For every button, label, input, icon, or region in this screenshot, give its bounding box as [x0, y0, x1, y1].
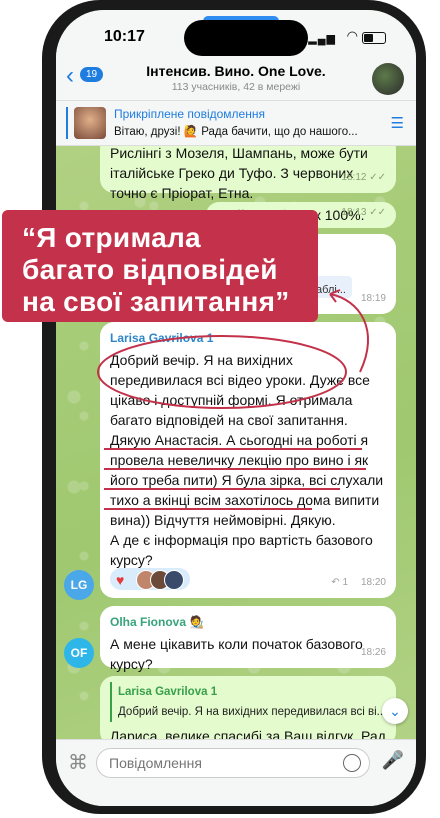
- chat-header: ‹ 19 Інтенсив. Вино. One Love. 113 учасн…: [56, 60, 416, 101]
- pinned-title: Прикріплене повідомлення: [114, 107, 265, 121]
- heart-icon: ♥: [116, 572, 125, 588]
- chat-screen: 10:17 ▂▄▆ ◠ ‹ 19 Інтенсив. Вино. One Lov…: [56, 10, 416, 806]
- reactions[interactable]: ♥: [110, 568, 190, 590]
- reply-text: Добрий вечір. Я на вихідних передивилася…: [118, 706, 386, 718]
- message-time: 18:19: [360, 293, 386, 304]
- signal-icon: ▂▄▆: [308, 33, 336, 45]
- callout-line: “Я отримала: [22, 222, 201, 253]
- pinned-message-bar[interactable]: Прикріплене повідомлення Вітаю, друзі! 🙋…: [56, 101, 416, 146]
- message-bubble[interactable]: Larisa Gavrilova 1 Добрий вечір. Я на ви…: [100, 322, 396, 598]
- microphone-icon[interactable]: 🎤: [382, 750, 404, 771]
- reply-quote[interactable]: Larisa Gavrilova 1 Добрий вечір. Я на ви…: [110, 682, 386, 722]
- avatar-of[interactable]: OF: [64, 638, 94, 668]
- message-bubble[interactable]: Larisa Gavrilova 1 Добрий вечір. Я на ви…: [100, 676, 396, 746]
- avatar-lg[interactable]: LG: [64, 570, 94, 600]
- sender-name[interactable]: Olha Fionova 🧑‍🎨: [110, 612, 386, 632]
- message-time: 18:20: [360, 577, 386, 588]
- message-text: А мене цікавить коли початок базового ку…: [110, 636, 363, 672]
- avatar: [164, 570, 184, 590]
- chat-title[interactable]: Інтенсив. Вино. One Love.: [56, 63, 416, 79]
- message-time: 18:12 ✓✓: [341, 172, 386, 183]
- pinned-indicator: [66, 107, 68, 139]
- message-text: Добрий вечір. Я на вихідних передивилася…: [110, 352, 384, 528]
- status-time: 10:17: [104, 28, 145, 45]
- message-field: [96, 748, 370, 778]
- wifi-icon: ◠: [346, 28, 358, 43]
- attach-icon[interactable]: ⌘: [68, 750, 88, 775]
- message-time: 18:13 ✓✓: [341, 207, 386, 218]
- reply-sender: Larisa Gavrilova 1: [118, 686, 218, 698]
- message-bubble[interactable]: Olha Fionova 🧑‍🎨 А мене цікавить коли по…: [100, 606, 396, 672]
- message-input[interactable]: [107, 749, 311, 777]
- forward-count: ↶ 1: [331, 577, 348, 588]
- input-bar: ⌘ 🎤: [56, 739, 416, 806]
- group-avatar[interactable]: [372, 63, 404, 95]
- message-text-2: А де є інформація про вартість базового …: [110, 532, 373, 568]
- callout-line: на свої запитання”: [22, 286, 290, 317]
- callout-line: багато відповідей: [22, 254, 278, 285]
- scroll-down-button[interactable]: ⌄: [382, 698, 408, 724]
- chat-subtitle: 113 учасників, 42 в мережі: [171, 81, 301, 93]
- message-time: 18:26: [360, 647, 386, 658]
- pinned-list-icon[interactable]: ☰: [391, 114, 404, 132]
- sticker-icon[interactable]: [343, 754, 361, 772]
- sender-name[interactable]: Larisa Gavrilova 1: [110, 328, 386, 348]
- dynamic-island: [184, 20, 308, 56]
- battery-icon: [362, 32, 386, 44]
- pinned-text: Вітаю, друзі! 🙋 Рада бачити, що до нашог…: [114, 126, 358, 138]
- message-text: Рислінгі з Мозеля, Шампань, може бути іт…: [110, 145, 368, 201]
- quote-callout: “Я отримала багато відповідей на свої за…: [2, 210, 318, 322]
- callout-text: “Я отримала багато відповідей на свої за…: [22, 222, 290, 318]
- pinned-thumbnail: [74, 107, 106, 139]
